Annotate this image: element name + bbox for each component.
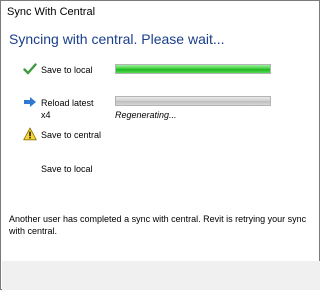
window-title: Sync With Central xyxy=(7,6,96,18)
step-label: Reload latest xyxy=(41,98,94,108)
step-label: Save to local xyxy=(41,65,93,75)
dialog-footer xyxy=(2,261,320,290)
progress-bar-save-local xyxy=(115,64,271,74)
right-arrow-icon xyxy=(24,97,36,107)
step-sublabel: x4 xyxy=(41,110,51,120)
status-heading: Syncing with central. Please wait... xyxy=(9,31,225,47)
sync-message: Another user has completed a sync with c… xyxy=(9,214,307,236)
progress-fill xyxy=(116,65,270,73)
progress-fill xyxy=(116,97,270,105)
checkmark-icon xyxy=(23,63,37,75)
warning-icon xyxy=(23,127,37,141)
step-label: Save to central xyxy=(41,130,102,140)
step-label: Save to local xyxy=(41,164,93,174)
progress-bar-reload xyxy=(115,96,271,106)
sync-dialog: Sync With Central Syncing with central. … xyxy=(0,0,320,290)
progress-status-text: Regenerating... xyxy=(115,110,177,120)
title-bar: Sync With Central xyxy=(1,1,319,23)
